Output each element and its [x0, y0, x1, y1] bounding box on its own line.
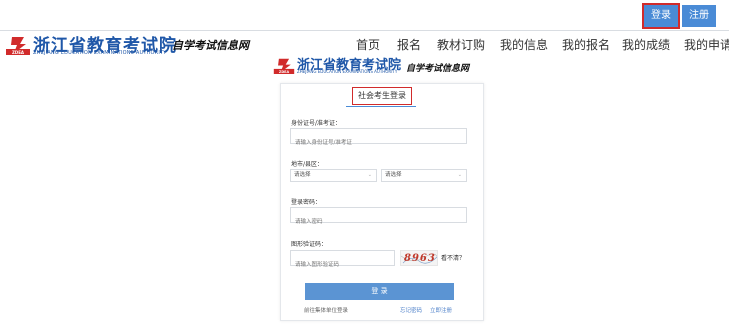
nav-textbook[interactable]: 教材订购	[437, 36, 485, 53]
brand-subtitle: ZHEJIANG EDUCATION EXAMINATIONS AUTHORIT…	[33, 50, 167, 56]
brand-suffix-small: 自学考试信息网	[406, 64, 470, 74]
top-bar	[0, 0, 729, 31]
chevron-down-icon: ⌄	[367, 172, 372, 178]
forgot-password-link[interactable]: 忘记密码	[400, 306, 422, 314]
register-button[interactable]: 注册	[682, 5, 716, 27]
login-button[interactable]: 登录	[642, 3, 680, 29]
register-now-link[interactable]: 立即注册	[430, 306, 452, 314]
password-input[interactable]	[291, 215, 470, 229]
password-field[interactable]	[290, 207, 470, 229]
captcha-refresh-link[interactable]: 看不清？	[441, 253, 465, 262]
city-select-value: 请选择	[294, 172, 311, 178]
captcha-field[interactable]	[290, 250, 398, 272]
logo-icon: ZDEA	[6, 35, 30, 55]
captcha-image[interactable]: 8963	[400, 250, 438, 266]
captcha-label: 图形验证码：	[291, 241, 328, 248]
id-label: 身份证号/准考证：	[291, 120, 342, 127]
captcha-text: 8963	[404, 253, 436, 264]
county-select[interactable]: 请选择 ⌄	[381, 169, 467, 182]
county-select-value: 请选择	[385, 172, 402, 178]
submit-login-button[interactable]: 登 录	[305, 283, 454, 300]
nav-my-info[interactable]: 我的信息	[500, 36, 548, 53]
nav-signup[interactable]: 报名	[397, 36, 421, 53]
logo-icon: ZDEA	[273, 58, 295, 74]
password-label: 登录密码：	[291, 199, 322, 206]
nav-my-scores[interactable]: 我的成绩	[622, 36, 670, 53]
svg-text:ZDEA: ZDEA	[12, 50, 25, 55]
nav-home[interactable]: 首页	[356, 36, 380, 53]
nav-my-applications[interactable]: 我的申请	[684, 36, 729, 53]
tab-social-candidate-login[interactable]: 社会考生登录	[352, 87, 412, 105]
id-input[interactable]	[291, 136, 470, 150]
chevron-down-icon: ⌄	[457, 172, 462, 178]
svg-text:ZDEA: ZDEA	[279, 70, 290, 74]
id-field[interactable]	[290, 128, 470, 150]
tab-underline	[346, 106, 416, 107]
region-label: 地市/县区：	[291, 161, 324, 168]
brand-suffix: 自学考试信息网	[172, 39, 249, 52]
group-login-link[interactable]: 前往集体单位登录	[304, 306, 348, 314]
city-select[interactable]: 请选择 ⌄	[290, 169, 377, 182]
brand-subtitle-small: ZHEJIANG EDUCATION EXAMINATIONS AUTHORIT…	[297, 69, 398, 74]
captcha-input[interactable]	[291, 258, 398, 272]
nav-my-signup[interactable]: 我的报名	[562, 36, 610, 53]
